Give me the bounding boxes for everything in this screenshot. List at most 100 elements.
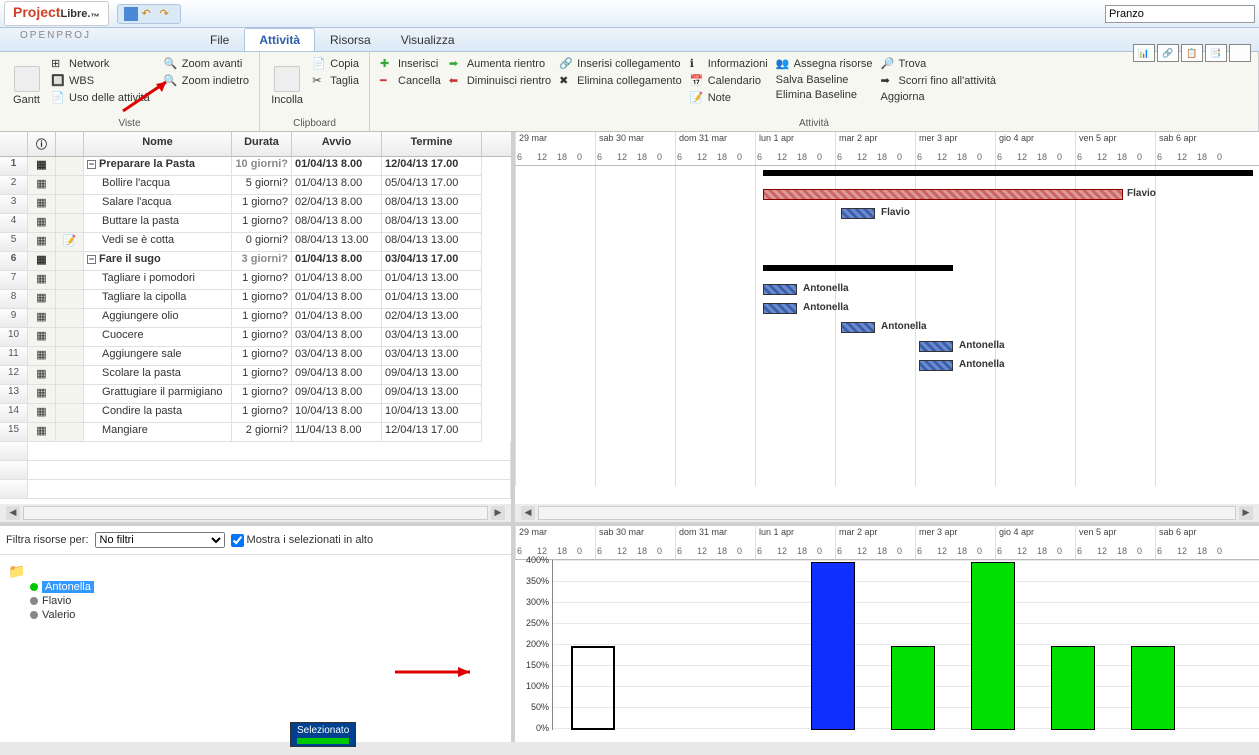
folder-icon: 📁	[8, 563, 503, 580]
scroll-icon: ➡	[881, 74, 895, 88]
uso-icon: 📄	[51, 91, 65, 105]
del-link-item[interactable]: ✖Elimina collegamento	[557, 73, 684, 89]
indent-left-icon: ⬅	[449, 74, 463, 88]
table-row[interactable]: 10▦Cuocere1 giorno?03/04/13 8.0003/04/13…	[0, 328, 511, 347]
table-row[interactable]: 1▦−Preparare la Pasta10 giorni?01/04/13 …	[0, 157, 511, 176]
gantt-bar[interactable]	[763, 265, 953, 271]
table-row[interactable]: 4▦Buttare la pasta1 giorno?08/04/13 8.00…	[0, 214, 511, 233]
table-row[interactable]: 14▦Condire la pasta1 giorno?10/04/13 8.0…	[0, 404, 511, 423]
gantt-chart[interactable]: FlavioFlavioAntonellaAntonellaAntonellaA…	[515, 166, 1259, 486]
histogram-bar	[811, 562, 855, 730]
tab-visualizza[interactable]: Visualizza	[386, 28, 470, 51]
search-box	[1105, 5, 1255, 23]
cancella-item[interactable]: ━Cancella	[378, 73, 443, 89]
blank-view-icon[interactable]	[1229, 44, 1251, 62]
elimina-baseline-item[interactable]: Elimina Baseline	[774, 88, 875, 102]
gantt-bar-label: Antonella	[881, 321, 927, 332]
filter-combo[interactable]: No filtri	[95, 532, 225, 548]
gantt-bar[interactable]	[763, 189, 1123, 200]
wbs-icon: 🔲	[51, 74, 65, 88]
resource-item[interactable]: Valerio	[8, 608, 503, 622]
info-item[interactable]: ℹInformazioni	[688, 56, 770, 72]
aggiorna-item[interactable]: Aggiorna	[879, 90, 998, 104]
histogram-bar	[891, 646, 935, 730]
undo-icon[interactable]: ↶	[142, 7, 156, 21]
table-row[interactable]: 8▦Tagliare la cipolla1 giorno?01/04/13 8…	[0, 290, 511, 309]
table-row[interactable]: 12▦Scolare la pasta1 giorno?09/04/13 8.0…	[0, 366, 511, 385]
gantt-button[interactable]: Gantt	[8, 56, 45, 116]
salva-baseline-item[interactable]: Salva Baseline	[774, 73, 875, 87]
histogram-body: 0%50%100%150%200%250%300%350%400%	[515, 560, 1259, 730]
link-icon: 🔗	[559, 57, 573, 71]
table-row[interactable]: 2▦Bollire l'acqua5 giorni?01/04/13 8.000…	[0, 176, 511, 195]
hscroll-right[interactable]: ◀▶	[515, 504, 1259, 522]
resource-item[interactable]: Antonella	[8, 580, 503, 594]
tab-file[interactable]: File	[195, 28, 244, 51]
resource-item[interactable]: Flavio	[8, 594, 503, 608]
search-input[interactable]	[1105, 5, 1255, 23]
gantt-bar-label: Antonella	[803, 302, 849, 313]
gantt-bar[interactable]	[841, 322, 875, 333]
trova-item[interactable]: 🔎Trova	[879, 56, 998, 72]
network-view-icon[interactable]: 🔗	[1157, 44, 1179, 62]
chart-view-icon[interactable]: 📊	[1133, 44, 1155, 62]
unlink-icon: ✖	[559, 74, 573, 88]
gantt-bar[interactable]	[763, 284, 797, 295]
usage-view-icon[interactable]: 📑	[1205, 44, 1227, 62]
resource-tree[interactable]: 📁 AntonellaFlavioValerio	[0, 555, 511, 742]
note-item[interactable]: 📝Note	[688, 90, 770, 106]
red-arrow-top	[118, 76, 178, 119]
indent-right-icon: ➡	[449, 57, 463, 71]
histogram-bar	[1051, 646, 1095, 730]
tracking-view-icon[interactable]: 📋	[1181, 44, 1203, 62]
gantt-bar[interactable]	[919, 360, 953, 371]
network-item[interactable]: ⊞Network	[49, 56, 152, 72]
table-row[interactable]: 6▦−Fare il sugo3 giorni?01/04/13 8.0003/…	[0, 252, 511, 271]
ins-link-item[interactable]: 🔗Inserisi collegamento	[557, 56, 684, 72]
hscroll-left[interactable]: ◀▶	[0, 504, 511, 522]
group-label-clipboard: Clipboard	[268, 116, 361, 129]
sub-brand: OPENPROJ	[20, 30, 91, 41]
tab-risorsa[interactable]: Risorsa	[315, 28, 386, 51]
table-row[interactable]: 5▦📝Vedi se è cotta0 giorni?08/04/13 13.0…	[0, 233, 511, 252]
table-row[interactable]: 13▦Grattugiare il parmigiano1 giorno?09/…	[0, 385, 511, 404]
cut-icon: ✂	[312, 74, 326, 88]
find-icon: 🔎	[881, 57, 895, 71]
plus-icon: ✚	[380, 57, 394, 71]
app-logo: ProjectLibre.™	[4, 1, 109, 25]
gantt-bar[interactable]	[763, 170, 1253, 176]
cal-item[interactable]: 📅Calendario	[688, 73, 770, 89]
show-selected-check[interactable]: Mostra i selezionati in alto	[231, 534, 374, 547]
table-row[interactable]: 7▦Tagliare i pomodori1 giorno?01/04/13 8…	[0, 271, 511, 290]
network-icon: ⊞	[51, 57, 65, 71]
aumenta-item[interactable]: ➡Aumenta rientro	[447, 56, 553, 72]
table-row[interactable]: 15▦Mangiare2 giorni?11/04/13 8.0012/04/1…	[0, 423, 511, 442]
gantt-bar[interactable]	[919, 341, 953, 352]
gantt-bar-label: Flavio	[881, 207, 910, 218]
table-row[interactable]: 3▦Salare l'acqua1 giorno?02/04/13 8.0008…	[0, 195, 511, 214]
table-row[interactable]: 9▦Aggiungere olio1 giorno?01/04/13 8.000…	[0, 309, 511, 328]
incolla-button[interactable]: Incolla	[268, 56, 306, 116]
redo-icon[interactable]: ↷	[160, 7, 174, 21]
gantt-bar[interactable]	[763, 303, 797, 314]
gantt-bar[interactable]	[841, 208, 875, 219]
assegna-item[interactable]: 👥Assegna risorse	[774, 56, 875, 72]
task-table-body[interactable]: 1▦−Preparare la Pasta10 giorni?01/04/13 …	[0, 157, 511, 504]
zoom-in-item[interactable]: 🔍Zoom avanti	[162, 56, 251, 72]
inserisci-item[interactable]: ✚Inserisci	[378, 56, 443, 72]
copia-item[interactable]: 📄Copia	[310, 56, 361, 72]
scorri-item[interactable]: ➡Scorri fino all'attività	[879, 73, 998, 89]
save-icon[interactable]	[124, 7, 138, 21]
filter-label: Filtra risorse per:	[6, 534, 89, 546]
gantt-bar-label: Antonella	[959, 340, 1005, 351]
gantt-bar-label: Antonella	[803, 283, 849, 294]
calendar-icon: 📅	[690, 74, 704, 88]
histogram-bar	[971, 562, 1015, 730]
diminuisci-item[interactable]: ⬅Diminuisci rientro	[447, 73, 553, 89]
histogram-bar	[1131, 646, 1175, 730]
timeline-header: 29 mar612180sab 30 mar612180dom 31 mar61…	[515, 132, 1259, 166]
table-row[interactable]: 11▦Aggiungere sale1 giorno?03/04/13 8.00…	[0, 347, 511, 366]
taglia-item[interactable]: ✂Taglia	[310, 73, 361, 89]
zoom-in-icon: 🔍	[164, 57, 178, 71]
tab-attività[interactable]: Attività	[244, 28, 315, 51]
